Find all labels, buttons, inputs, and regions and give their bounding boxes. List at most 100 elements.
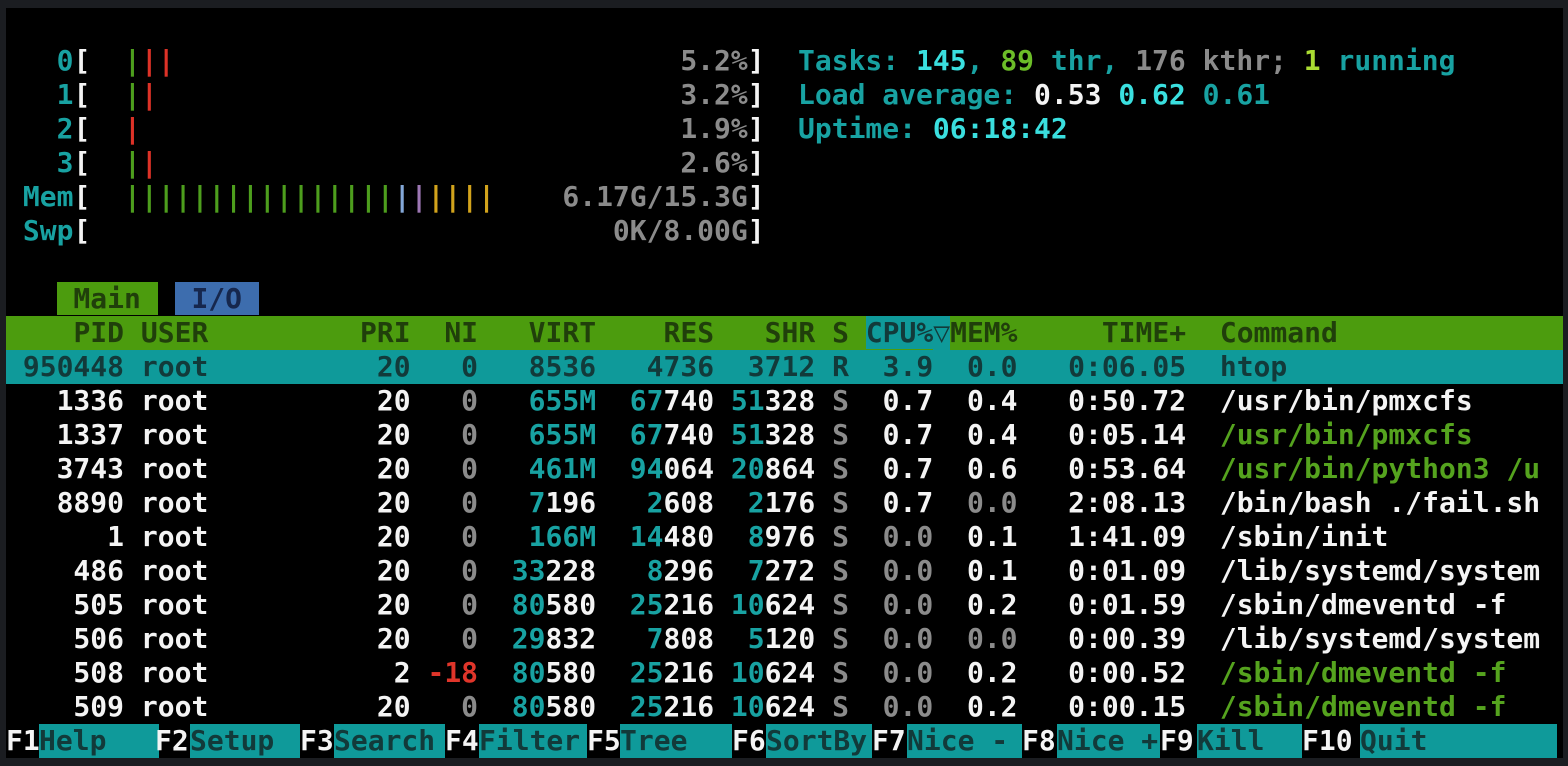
header-pad [849,316,866,349]
process-row-1[interactable]: 1 root 20 0 166M 14480 8976 S 0.0 0.1 1:… [6,520,1388,554]
cell-mem-number: 808 [664,622,715,655]
cell-cpu: 0.0 [849,588,933,621]
fkey-f2[interactable]: F2 [155,724,190,758]
fkey-f5-label[interactable]: Tree [620,724,732,758]
cell-gap [1186,418,1220,451]
cell-mem-number: 8 [714,520,765,553]
load-average-part: 0.53 [1034,78,1101,111]
cell-ni: 0 [411,520,478,553]
header-pad [815,316,832,349]
cell-mem-number: 976 [765,520,816,553]
cell-user: root [141,588,293,621]
load-average-part: 0.62 [1118,78,1185,111]
column-header-res[interactable]: RES [664,316,715,349]
column-header-virt[interactable]: VIRT [529,316,596,349]
process-row-1336[interactable]: 1336 root 20 0 655M 67740 51328 S 0.7 0.… [6,384,1473,418]
cell-command: htop [1220,350,1287,383]
fkey-f2-label[interactable]: Setup [190,724,300,758]
cell-ni: 0 [411,588,478,621]
cell-command: /bin/bash ./fail.sh [1220,486,1540,519]
swap-meter: Swp[ 0K/8.00G] [6,214,765,248]
cell-mem-number: 580 [545,656,596,689]
cell-state: S [815,622,849,655]
process-row-8890[interactable]: 8890 root 20 0 7196 2608 2176 S 0.7 0.0 … [6,486,1540,520]
tab-io[interactable]: I/O [175,282,259,315]
column-header-cpu-sorted[interactable]: CPU% [866,316,933,349]
column-header-shr[interactable]: SHR [765,316,816,349]
cell-pid: 3743 [6,452,124,485]
cell-time: 2:08.13 [1018,486,1187,519]
fkey-f7-label[interactable]: Nice - [907,724,1022,758]
cell-mem-number: 196 [545,486,596,519]
fkey-f7[interactable]: F7 [872,724,907,758]
cell-mem-number: 14 [596,520,663,553]
process-row-505[interactable]: 505 root 20 0 80580 25216 10624 S 0.0 0.… [6,588,1506,622]
cell-mem-number: 740 [664,418,715,451]
process-row-509[interactable]: 509 root 20 0 80580 25216 10624 S 0.0 0.… [6,690,1506,724]
cell-pri: 20 [293,486,411,519]
table-header: PID USER PRI NI VIRT RES SHR S CPU%▽MEM%… [6,316,1338,350]
fkey-f9-label[interactable]: Kill [1197,724,1302,758]
column-header-pid[interactable]: PID [73,316,124,349]
cell-mem-number: 216 [664,588,715,621]
cell-mem-number: 216 [664,690,715,723]
cell-mem-number: 832 [545,622,596,655]
cell-command: /sbin/init [1220,520,1389,553]
fkey-f8[interactable]: F8 [1022,724,1057,758]
meter-bar: | [124,180,141,213]
cell-ni: 0 [411,350,478,383]
cell-gap [124,656,141,689]
meter-gap [90,214,124,247]
header-pad [411,316,445,349]
meter-pad [158,146,681,179]
fkey-f4-label[interactable]: Filter [479,724,587,758]
column-header-ni[interactable]: NI [444,316,478,349]
column-header-pri[interactable]: PRI [360,316,411,349]
cell-cpu: 0.0 [849,656,933,689]
cell-time: 0:00.15 [1018,690,1187,723]
tab-main[interactable]: Main [57,282,158,315]
process-row-1337[interactable]: 1337 root 20 0 655M 67740 51328 S 0.7 0.… [6,418,1473,452]
cpu-meter-2: 2[ | 1.9%] [6,112,765,146]
fkey-f8-label[interactable]: Nice + [1057,724,1160,758]
htop-terminal: 0[ ||| 5.2%] 1[ || 3.2%] 2[ | 1.9%] 3[ |… [0,0,1568,766]
fkey-f1-label[interactable]: Help [39,724,159,758]
fkey-f9[interactable]: F9 [1160,724,1197,758]
cell-gap [1186,554,1220,587]
fkey-f3-label[interactable]: Search [334,724,445,758]
fkey-f1[interactable]: F1 [6,724,39,758]
fkey-f3[interactable]: F3 [300,724,334,758]
cell-mem-number: 10 [714,588,765,621]
cell-mem: 0.2 [933,588,1017,621]
fkey-f10[interactable]: F10 [1302,724,1360,758]
fkey-f10-label[interactable]: Quit [1360,724,1557,758]
column-header-mem[interactable]: MEM% [950,316,1017,349]
column-header-user[interactable]: USER [141,316,208,349]
column-header-command[interactable]: Command [1220,316,1338,349]
meter-bar: | [191,180,208,213]
cell-pri: 20 [293,452,411,485]
cell-pri: 20 [293,588,411,621]
cell-cpu: 0.7 [849,384,933,417]
process-row-950448[interactable]: 950448 root 20 0 8536 4736 3712 R 3.9 0.… [6,350,1287,384]
process-row-3743[interactable]: 3743 root 20 0 461M 94064 20864 S 0.7 0.… [6,452,1540,486]
process-row-486[interactable]: 486 root 20 0 33228 8296 7272 S 0.0 0.1 … [6,554,1540,588]
meter-bar: | [225,180,242,213]
tasks-summary: Tasks: 145, 89 thr, 176 kthr; 1 running [798,44,1455,78]
tasks-summary-part: thr, [1034,44,1135,77]
cell-pid: 1336 [6,384,124,417]
tasks-summary-part: running [1321,44,1456,77]
fkey-f6[interactable]: F6 [732,724,766,758]
cell-ni: 0 [411,384,478,417]
header-pad [208,316,360,349]
meter-bar: | [276,180,293,213]
cell-mem: 0.1 [933,520,1017,553]
column-header-time[interactable]: TIME+ [1102,316,1186,349]
fkey-f4[interactable]: F4 [445,724,479,758]
process-row-508[interactable]: 508 root 2 -18 80580 25216 10624 S 0.0 0… [6,656,1506,690]
fkey-f6-label[interactable]: SortBy [766,724,872,758]
process-row-506[interactable]: 506 root 20 0 29832 7808 5120 S 0.0 0.0 … [6,622,1540,656]
column-header-s[interactable]: S [832,316,849,349]
cell-ni: 0 [411,622,478,655]
fkey-f5[interactable]: F5 [587,724,620,758]
